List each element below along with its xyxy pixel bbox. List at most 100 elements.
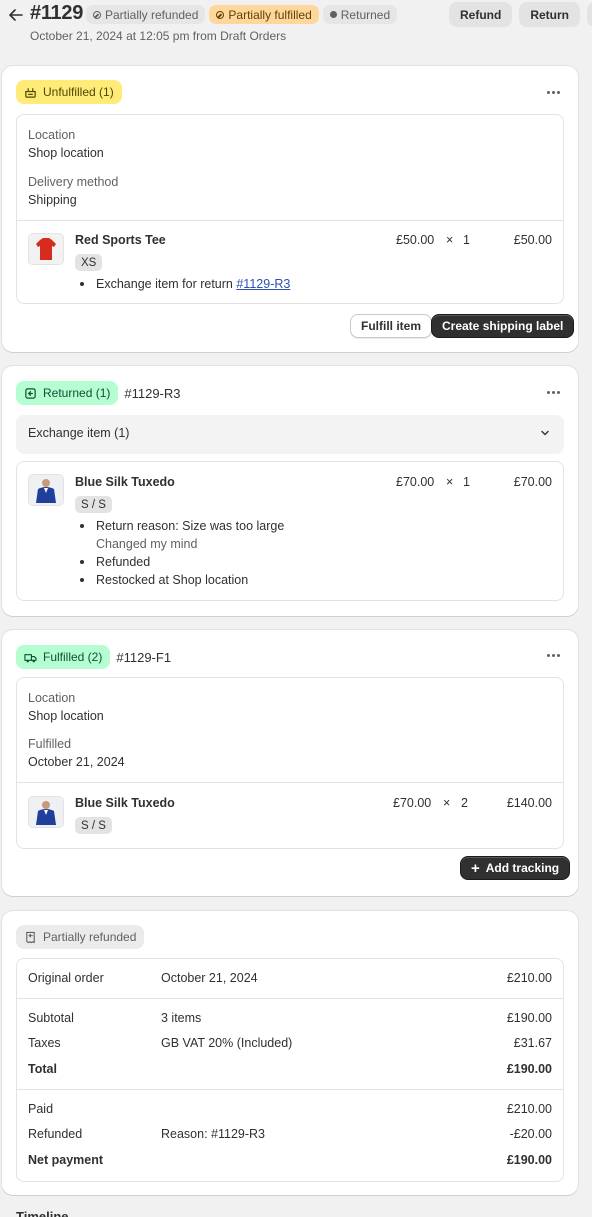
quantity: 1: [463, 475, 470, 489]
location-label: Location: [28, 128, 76, 142]
product-name[interactable]: Blue Silk Tuxedo: [75, 796, 175, 810]
blue-tuxedo-thumbnail: [28, 474, 64, 506]
variant-chip: XS: [75, 254, 103, 271]
row-amount: -£20.00: [509, 1127, 552, 1141]
exchange-item-toggle[interactable]: Exchange item (1): [16, 415, 564, 454]
order-status-badges: Partially refunded Partially fulfilled R…: [86, 5, 398, 24]
half-circle-icon: [216, 10, 225, 19]
row-label: Subtotal: [28, 1011, 74, 1025]
row-amount: £210.00: [506, 1102, 552, 1116]
unfulfilled-badge: Unfulfilled (1): [16, 80, 122, 104]
line-total: £50.00: [513, 233, 552, 247]
page-header: #1129 Partially refunded Partially fulfi…: [0, 0, 592, 52]
returned-badge: Returned (1): [16, 381, 119, 405]
fulfilled-details-box: Location Shop location Fulfilled October…: [16, 677, 564, 849]
times-sign: ×: [446, 233, 454, 247]
return-link[interactable]: #1129-R3: [236, 277, 290, 291]
fulfilled-date-label: Fulfilled: [28, 737, 72, 751]
chevron-down-icon: [541, 430, 549, 436]
variant-chip: S / S: [75, 496, 112, 513]
total-row: Total £190.00: [28, 1062, 552, 1080]
fulfillment-status-badge: Partially fulfilled: [209, 5, 319, 24]
blue-tuxedo-thumbnail: [28, 796, 64, 828]
order-subtitle: October 21, 2024 at 12:05 pm from Draft …: [30, 29, 287, 43]
payment-status-badge: Partially refunded: [86, 5, 206, 24]
product-name[interactable]: Red Sports Tee: [75, 233, 166, 247]
return-reference: #1129-R3: [124, 385, 181, 401]
return-status-badge: Returned: [322, 5, 398, 24]
fulfilled-badge: Fulfilled (2): [16, 645, 111, 669]
return-notes: Return reason: Size was too large Change…: [77, 517, 284, 589]
subtotal-row: Subtotal 3 items £190.00: [28, 1011, 552, 1029]
refund-status: Refunded: [77, 553, 284, 571]
payment-card: Partially refunded Original order Octobe…: [2, 911, 578, 1195]
create-shipping-label-button[interactable]: Create shipping label: [431, 314, 575, 338]
variant-chip: S / S: [75, 817, 112, 834]
unit-price: £50.00: [396, 233, 435, 247]
header-actions: Refund Return E: [449, 2, 592, 27]
fulfillment-details-box: Location Shop location Delivery method S…: [16, 114, 564, 304]
row-label: Net payment: [28, 1153, 104, 1167]
paid-row: Paid £210.00: [28, 1102, 552, 1120]
row-amount: £31.67: [513, 1036, 552, 1050]
row-amount: £190.00: [506, 1153, 552, 1167]
edit-button[interactable]: E: [587, 2, 592, 27]
payment-status-badge: Partially refunded: [16, 925, 145, 949]
add-tracking-label: Add tracking: [485, 861, 560, 875]
unfulfilled-icon: [25, 87, 36, 98]
net-payment-row: Net payment £190.00: [28, 1153, 552, 1171]
row-amount: £190.00: [506, 1062, 552, 1076]
unfulfilled-badge-label: Unfulfilled (1): [43, 85, 114, 99]
delivery-method-label: Delivery method: [28, 175, 119, 189]
half-circle-icon: [93, 10, 101, 19]
returned-card: Returned (1) #1129-R3 Exchange item (1) …: [2, 366, 578, 616]
refund-button[interactable]: Refund: [449, 2, 513, 27]
returned-badge-label: Returned (1): [43, 386, 111, 400]
timeline-heading: Timeline: [16, 1209, 69, 1217]
more-options-icon[interactable]: [544, 386, 562, 398]
unit-price: £70.00: [396, 475, 435, 489]
exchange-note-text: Exchange item for return: [96, 277, 233, 291]
unfulfilled-card: Unfulfilled (1) Location Shop location D…: [2, 66, 578, 352]
back-arrow-icon[interactable]: [6, 6, 26, 24]
row-label: Original order: [28, 971, 104, 985]
row-amount: £190.00: [506, 1011, 552, 1025]
original-order-row: Original order October 21, 2024 £210.00: [28, 971, 552, 989]
exchange-note: Exchange item for return #1129-R3: [77, 275, 290, 293]
return-status-label: Returned: [340, 7, 391, 22]
add-tracking-button[interactable]: + Add tracking: [460, 856, 571, 880]
fulfill-item-button[interactable]: Fulfill item: [350, 314, 432, 338]
payment-status-label: Partially refunded: [105, 7, 199, 22]
product-name[interactable]: Blue Silk Tuxedo: [75, 475, 175, 489]
more-options-icon[interactable]: [544, 86, 562, 98]
row-detail: 3 items: [161, 1011, 202, 1025]
dot-icon: [329, 11, 337, 18]
payment-summary-box: Original order October 21, 2024 £210.00 …: [16, 958, 564, 1182]
plus-icon: +: [471, 859, 480, 877]
divider: [17, 220, 563, 221]
row-amount: £210.00: [506, 971, 552, 985]
exchange-item-label: Exchange item (1): [28, 426, 130, 440]
row-label: Total: [28, 1062, 57, 1076]
return-reason: Return reason: Size was too large: [77, 517, 284, 535]
refunded-row: Refunded Reason: #1129-R3 -£20.00: [28, 1127, 552, 1145]
payment-badge-label: Partially refunded: [43, 930, 137, 944]
quantity: 2: [461, 796, 468, 810]
location-value: Shop location: [28, 146, 104, 160]
quantity: 1: [463, 233, 470, 247]
return-button[interactable]: Return: [519, 2, 580, 27]
card-header: Fulfilled (2) #1129-F1: [16, 645, 171, 669]
row-label: Taxes: [28, 1036, 61, 1050]
more-options-icon[interactable]: [544, 649, 562, 661]
fulfilled-card: Fulfilled (2) #1129-F1 Location Shop loc…: [2, 630, 578, 896]
fulfilled-badge-label: Fulfilled (2): [43, 650, 103, 664]
fulfilled-date-value: October 21, 2024: [28, 755, 125, 769]
location-label: Location: [28, 691, 76, 705]
divider: [17, 782, 563, 783]
times-sign: ×: [443, 796, 451, 810]
receipt-refund-icon: [26, 931, 35, 943]
line-total: £70.00: [513, 475, 552, 489]
row-detail: GB VAT 20% (Included): [161, 1036, 293, 1050]
card-header: Unfulfilled (1): [16, 80, 122, 104]
times-sign: ×: [446, 475, 454, 489]
